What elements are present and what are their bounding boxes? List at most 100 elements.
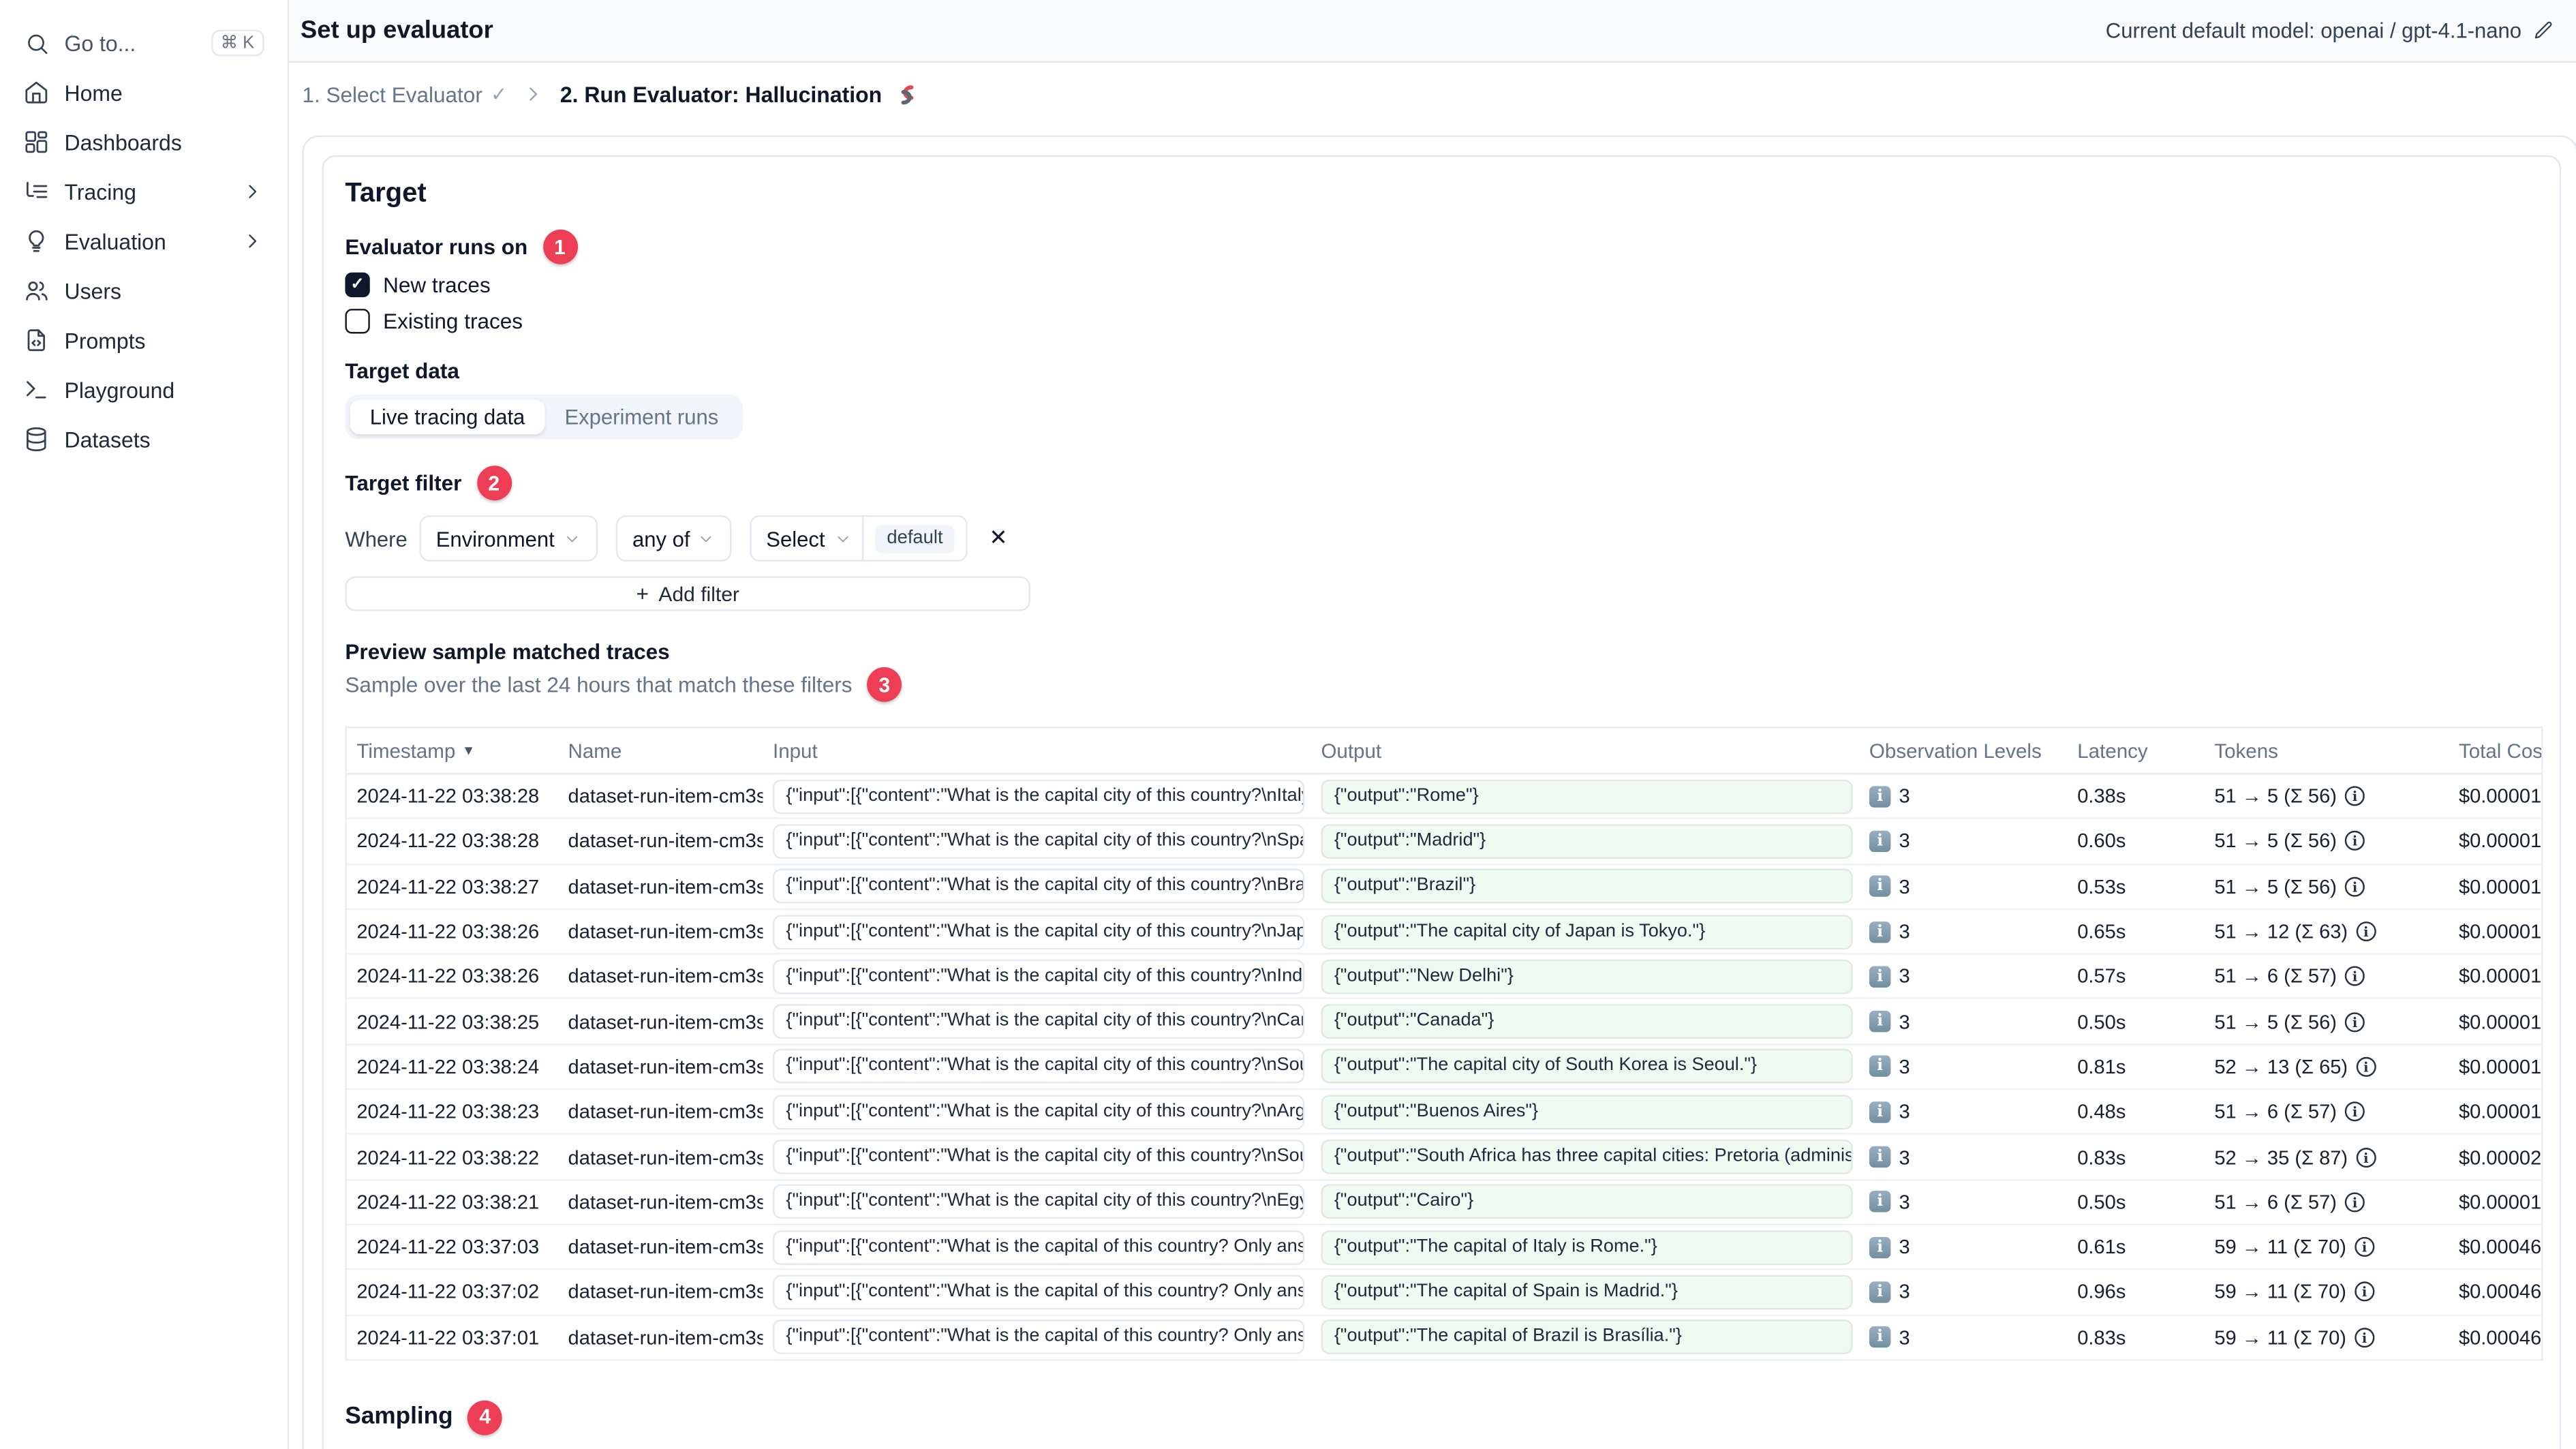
output-json-box[interactable]: {"output":"New Delhi"} [1321, 959, 1853, 994]
new-traces-option[interactable]: ✓ New traces [345, 270, 2539, 300]
output-json-box[interactable]: {"output":"South Africa has three capita… [1321, 1139, 1853, 1174]
add-filter-button[interactable]: + Add filter [345, 576, 1031, 611]
checkbox-unchecked[interactable] [345, 307, 370, 333]
column-header-name[interactable]: Name [558, 739, 763, 762]
column-header-observation-levels[interactable]: Observation Levels [1859, 739, 2067, 762]
output-json-box[interactable]: {"output":"The capital city of South Kor… [1321, 1049, 1853, 1084]
sidebar-item-playground[interactable]: Playground [0, 365, 288, 415]
table-row[interactable]: 2024-11-22 03:38:21 dataset-run-item-cm3… [346, 1180, 2541, 1225]
plus-icon: + [636, 581, 649, 607]
output-json-box[interactable]: {"output":"Rome"} [1321, 778, 1853, 814]
latency-cell: 0.61s [2077, 1235, 2126, 1259]
input-json-box[interactable]: {"input":[{"content":"What is the capita… [773, 1004, 1305, 1039]
sidebar-item-datasets[interactable]: Datasets [0, 414, 288, 464]
input-json-box[interactable]: {"input":[{"content":"What is the capita… [773, 1049, 1305, 1084]
sidebar-item-label: Playground [64, 377, 175, 403]
input-json-box[interactable]: {"input":[{"content":"What is the capita… [773, 1320, 1305, 1355]
table-row[interactable]: 2024-11-22 03:38:28 dataset-run-item-cm3… [346, 820, 2541, 865]
tokens-cell: 51 → 6 (Σ 57) i [2205, 1100, 2449, 1123]
info-badge-icon: i [1869, 1101, 1891, 1123]
sidebar-item-evaluation[interactable]: Evaluation [0, 216, 288, 266]
total-cost-cell: $0.000011 ( [2458, 1010, 2543, 1033]
sidebar-item-label: Evaluation [64, 228, 166, 254]
tab-experiment-runs[interactable]: Experiment runs [545, 399, 738, 434]
column-header-tokens[interactable]: Tokens [2205, 739, 2449, 762]
total-cost-cell: $0.000016 [2458, 1055, 2542, 1079]
total-cost-cell: $0.000015 [2458, 919, 2542, 943]
input-cell: {"input":[{"content":"What is the capita… [763, 1139, 1310, 1174]
filter-column-select[interactable]: Environment [419, 515, 598, 562]
table-row[interactable]: 2024-11-22 03:38:28 dataset-run-item-cm3… [346, 774, 2541, 820]
output-json-box[interactable]: {"output":"Canada"} [1321, 1004, 1853, 1039]
output-json-box[interactable]: {"output":"Madrid"} [1321, 823, 1853, 859]
chevron-down-icon [701, 535, 711, 542]
input-json-box[interactable]: {"input":[{"content":"What is the capita… [773, 914, 1305, 949]
info-circle-icon: i [2355, 1237, 2375, 1257]
filter-operator-select[interactable]: any of [615, 515, 732, 562]
output-json-box[interactable]: {"output":"The capital of Brazil is Bras… [1321, 1320, 1853, 1355]
output-json-box[interactable]: {"output":"The capital city of Japan is … [1321, 914, 1853, 949]
column-header-latency[interactable]: Latency [2068, 739, 2205, 762]
tokens-cell: 52 → 13 (Σ 65) i [2205, 1055, 2449, 1078]
edit-pencil-icon[interactable] [2533, 20, 2555, 42]
table-row[interactable]: 2024-11-22 03:38:22 dataset-run-item-cm3… [346, 1135, 2541, 1180]
table-row[interactable]: 2024-11-22 03:38:24 dataset-run-item-cm3… [346, 1045, 2542, 1090]
column-header-input[interactable]: Input [763, 739, 1310, 762]
info-badge-icon: i [1869, 920, 1891, 943]
checkbox-checked[interactable]: ✓ [345, 272, 370, 298]
table-row[interactable]: 2024-11-22 03:37:02 dataset-run-item-cm3… [346, 1270, 2541, 1316]
remove-filter-button[interactable]: ✕ [989, 528, 1007, 550]
existing-traces-option[interactable]: Existing traces [345, 305, 2539, 335]
sidebar-item-prompts[interactable]: Prompts [0, 316, 288, 365]
sidebar-item-users[interactable]: Users [0, 266, 288, 316]
observation-levels-cell: i 3 [1859, 965, 2067, 988]
default-model-label: Current default model: openai / gpt-4.1-… [2105, 18, 2522, 44]
input-json-box[interactable]: {"input":[{"content":"What is the capita… [773, 1185, 1305, 1219]
breadcrumb-step-1[interactable]: 1. Select Evaluator [302, 82, 482, 106]
info-circle-icon: i [2345, 786, 2365, 806]
info-circle-icon: i [2355, 1282, 2375, 1302]
input-json-box[interactable]: {"input":[{"content":"What is the capita… [773, 959, 1305, 994]
name-cell: dataset-run-item-cm3s4 [568, 1190, 763, 1214]
output-json-box[interactable]: {"output":"The capital of Spain is Madri… [1321, 1275, 1853, 1310]
output-json-box[interactable]: {"output":"Brazil"} [1321, 869, 1853, 904]
output-cell: {"output":"The capital of Italy is Rome.… [1311, 1230, 1859, 1265]
table-row[interactable]: 2024-11-22 03:37:03 dataset-run-item-cm3… [346, 1225, 2541, 1270]
column-header-timestamp[interactable]: Timestamp ▼ [347, 739, 558, 762]
sidebar-item-tracing[interactable]: Tracing [0, 167, 288, 217]
table-row[interactable]: 2024-11-22 03:38:27 dataset-run-item-cm3… [346, 865, 2541, 910]
output-json-box[interactable]: {"output":"Cairo"} [1321, 1185, 1853, 1219]
step-badge-4: 4 [467, 1400, 503, 1435]
target-filter-label-row: Target filter 2 [345, 466, 2539, 501]
sidebar-item-home[interactable]: Home [0, 67, 288, 117]
ragas-knot-icon [893, 80, 921, 108]
sidebar-item-dashboards[interactable]: Dashboards [0, 117, 288, 167]
tab-live-tracing-data[interactable]: Live tracing data [350, 399, 545, 435]
table-row[interactable]: 2024-11-22 03:37:01 dataset-run-item-cm3… [346, 1315, 2542, 1361]
timestamp-cell: 2024-11-22 03:38:21 [356, 1190, 540, 1214]
total-cost-cell: $0.00046 ( [2458, 1326, 2542, 1349]
goto-search[interactable]: Go to... ⌘ K [0, 18, 288, 68]
table-row[interactable]: 2024-11-22 03:38:26 dataset-run-item-cm3… [346, 910, 2542, 955]
input-json-box[interactable]: {"input":[{"content":"What is the capita… [773, 823, 1305, 859]
input-json-box[interactable]: {"input":[{"content":"What is the capita… [773, 1094, 1305, 1129]
input-json-box[interactable]: {"input":[{"content":"What is the capita… [773, 778, 1305, 814]
input-json-box[interactable]: {"input":[{"content":"What is the capita… [773, 869, 1305, 904]
table-row[interactable]: 2024-11-22 03:38:23 dataset-run-item-cm3… [346, 1090, 2541, 1135]
chevron-down-icon [566, 535, 578, 542]
input-json-box[interactable]: {"input":[{"content":"What is the capita… [773, 1230, 1305, 1265]
input-cell: {"input":[{"content":"What is the capita… [763, 1320, 1310, 1355]
info-circle-icon: i [2345, 831, 2365, 851]
input-json-box[interactable]: {"input":[{"content":"What is the capita… [773, 1275, 1305, 1310]
output-json-box[interactable]: {"output":"The capital of Italy is Rome.… [1321, 1230, 1853, 1265]
output-json-box[interactable]: {"output":"Buenos Aires"} [1321, 1094, 1853, 1129]
name-cell: dataset-run-item-cm3s4 [568, 874, 763, 898]
table-row[interactable]: 2024-11-22 03:38:26 dataset-run-item-cm3… [346, 955, 2541, 1001]
input-json-box[interactable]: {"input":[{"content":"What is the capita… [773, 1139, 1305, 1174]
table-row[interactable]: 2024-11-22 03:38:25 dataset-run-item-cm3… [346, 1000, 2543, 1046]
column-header-output[interactable]: Output [1311, 739, 1859, 762]
filter-value-select[interactable]: Select default [750, 515, 968, 562]
column-header-total-cost[interactable]: Total Cost [2449, 739, 2541, 762]
sidebar-item-label: Users [64, 278, 121, 303]
info-badge-icon: i [1869, 1236, 1891, 1258]
